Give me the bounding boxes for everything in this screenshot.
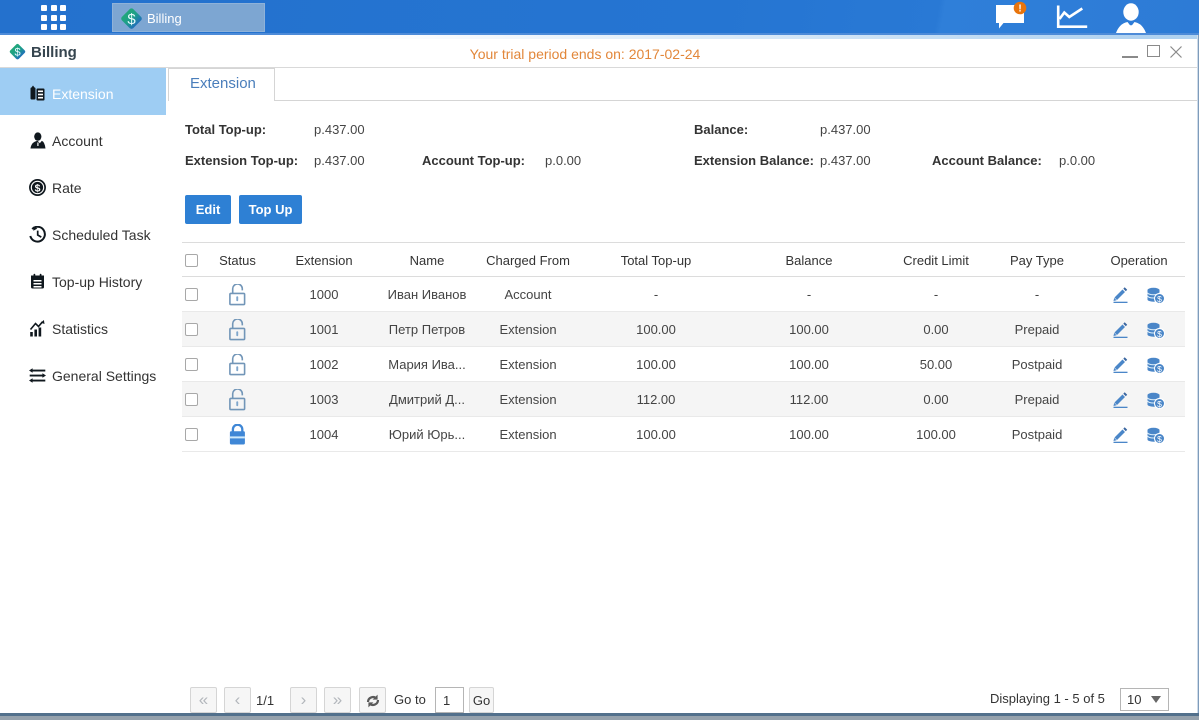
- svg-text:$: $: [1157, 329, 1162, 339]
- svg-text:!: !: [1018, 4, 1021, 15]
- svg-text:$: $: [1157, 399, 1162, 409]
- svg-text:$: $: [127, 11, 136, 28]
- svg-text:$: $: [35, 182, 41, 194]
- svg-text:$: $: [1157, 294, 1162, 304]
- svg-text:$: $: [1157, 364, 1162, 374]
- svg-text:$: $: [1157, 434, 1162, 444]
